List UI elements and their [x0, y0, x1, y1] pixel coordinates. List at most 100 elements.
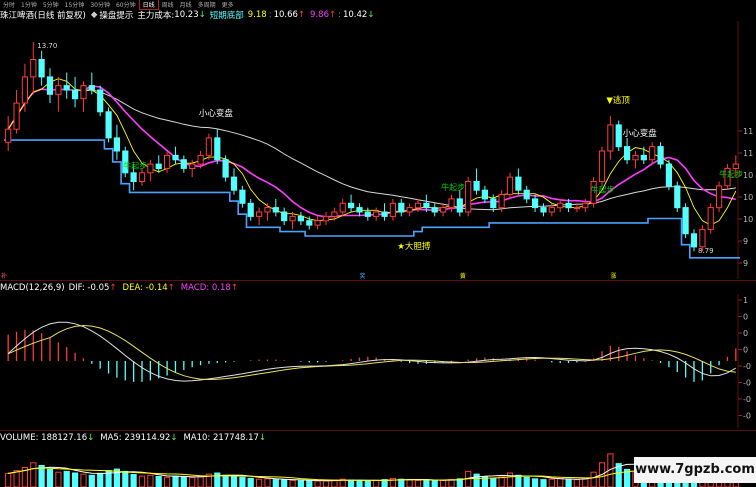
period-tab[interactable]: 分时 [0, 0, 18, 9]
header-value-1: 9.18 [247, 10, 267, 20]
volume-bar [272, 479, 279, 487]
volume-ma10: MA10: 217748.17 [183, 433, 259, 443]
volume-bar [97, 472, 104, 487]
candle [230, 176, 238, 191]
candle [682, 207, 689, 235]
volume-bar [230, 476, 238, 487]
candle [431, 207, 438, 213]
divider [0, 280, 756, 281]
candle [423, 202, 430, 209]
candle [440, 207, 447, 213]
volume-bar [573, 479, 580, 487]
period-tab[interactable]: 多周期 [195, 0, 219, 9]
volume-bar [406, 479, 413, 487]
candle [13, 102, 20, 130]
header-value-4: 10.42 [342, 10, 368, 20]
volume-arrow-icon: ↓ [87, 433, 95, 443]
macd-dea: DEA: -0.14 [122, 283, 168, 293]
macd-value: MACD: 0.18 [180, 283, 231, 293]
volume-bar [164, 476, 171, 487]
candle [632, 154, 639, 161]
candle [97, 89, 104, 113]
macd-header: MACD(12,26,9) DIF: -0.05 ↑ DEA: -0.14 ↑ … [0, 282, 238, 294]
price-tick-label: 9 [743, 259, 748, 268]
candle [557, 202, 564, 209]
volume-bar [490, 477, 497, 487]
volume-bar [5, 472, 12, 487]
candle [540, 207, 547, 213]
candle [130, 172, 137, 183]
dif-arrow-icon: ↑ [109, 283, 117, 293]
period-tab[interactable]: 周线 [159, 0, 177, 9]
volume-bar [532, 478, 539, 487]
volume-bar [423, 479, 430, 487]
candle [465, 181, 472, 213]
volume-bar [88, 474, 95, 487]
period-tab[interactable]: 月线 [177, 0, 195, 9]
candle [172, 154, 179, 161]
candle [615, 124, 622, 148]
macd-label: MACD(12,26,9) [0, 283, 65, 293]
candle [473, 181, 480, 191]
volume-bar [247, 477, 254, 487]
candle [490, 198, 497, 209]
candle [189, 163, 196, 170]
bottom-label: 短期底部 [209, 11, 244, 21]
macd-tick-label: -0 [743, 379, 751, 388]
high-value-label: 13.70 [37, 42, 57, 50]
stock-title: 珠江啤酒(日线 前复权) [0, 11, 86, 21]
candle [582, 202, 589, 209]
period-tab[interactable]: 更多 [219, 0, 237, 9]
volume-bar [448, 479, 455, 487]
period-tab[interactable]: 30分钟 [87, 0, 113, 9]
candle [306, 220, 313, 226]
period-tab[interactable]: 5分钟 [40, 0, 62, 9]
volume-bar [565, 478, 572, 487]
volume-bar [222, 474, 229, 487]
volume-header: VOLUME: 188127.16 ↓ MA5: 239114.92 ↓ MA1… [0, 432, 266, 444]
volume-bar [55, 471, 62, 487]
candle [406, 207, 413, 213]
candle [640, 154, 647, 161]
candle [456, 198, 463, 213]
candle [239, 189, 246, 204]
price-tick-label: 11 [743, 127, 753, 136]
candle [281, 211, 288, 222]
volume-bar [38, 465, 45, 487]
header-arrow-2-icon: ↑ [297, 10, 306, 20]
volume-bar [256, 478, 263, 487]
volume-bar [46, 468, 54, 487]
start-rise-label: 牛起步 [441, 182, 465, 192]
candle [205, 137, 213, 156]
candle [674, 185, 681, 209]
volume-label: VOLUME: 188127.16 [0, 433, 88, 443]
candle [732, 163, 739, 170]
volume-bar [239, 476, 246, 487]
candle [138, 172, 146, 183]
volume-bar [348, 479, 355, 487]
candle [180, 159, 187, 169]
macd-arrow-icon: ↑ [230, 283, 238, 293]
caution-label: 小心变盘 [623, 128, 658, 139]
period-tab[interactable]: 1分钟 [18, 0, 40, 9]
caution-label: 小心变盘 [199, 108, 234, 119]
volume-bar [155, 476, 162, 487]
candle [348, 202, 355, 209]
volume-bar [281, 479, 288, 487]
candle [448, 198, 455, 209]
volume-bar [289, 479, 296, 487]
candle [264, 207, 271, 213]
candle [289, 215, 296, 222]
period-tab[interactable]: 15分钟 [62, 0, 88, 9]
event-mark: 黄 [460, 272, 466, 279]
start-rise-label: 牛起步 [719, 169, 743, 179]
candle [222, 159, 229, 178]
indicator-name: 操盘提示 [99, 11, 134, 21]
volume-bar [147, 474, 154, 487]
candle [565, 202, 572, 209]
candle [164, 154, 171, 169]
header-arrow-4-icon: ↓ [367, 10, 375, 20]
volume-bar [523, 476, 530, 487]
volume-bar [373, 479, 380, 487]
period-tab[interactable]: 60分钟 [113, 0, 139, 9]
